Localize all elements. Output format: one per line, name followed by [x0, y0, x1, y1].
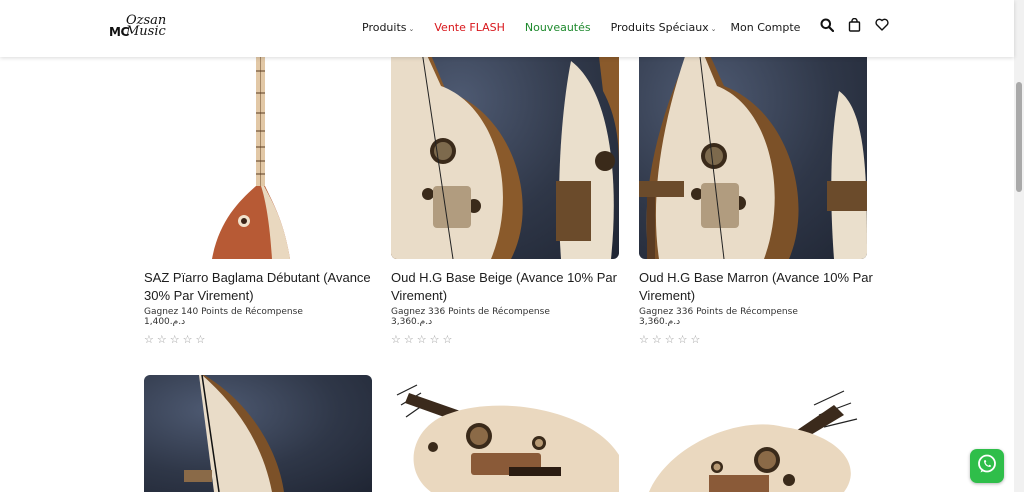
nav-item-vente-flash[interactable]: Vente FLASH — [434, 21, 504, 34]
nav-item-produits[interactable]: Produits ⌄ — [362, 21, 414, 34]
nav-item-mon-compte[interactable]: Mon Compte — [731, 21, 801, 34]
product-title[interactable]: SAZ Pïarro Baglama Débutant (Avance 30% … — [144, 269, 384, 305]
star-icon: ☆ — [677, 333, 688, 346]
star-icon: ☆ — [144, 333, 154, 346]
product-price: 3,360.د.م — [639, 317, 681, 327]
product-card[interactable]: Oud H.G Base Beige (Avance 10% Par Virem… — [391, 31, 619, 346]
rating-stars: ☆ ☆ ☆ ☆ ☆ — [144, 333, 205, 346]
star-icon: ☆ — [429, 333, 440, 346]
site-header: MC Ozsan Music Produits ⌄ Vente FLASH Nou… — [0, 0, 1014, 57]
heart-icon[interactable] — [875, 18, 889, 32]
product-card[interactable] — [639, 375, 867, 492]
product-image[interactable] — [391, 31, 619, 259]
reward-points: Gagnez 336 Points de Récompense — [639, 307, 798, 317]
star-icon: ☆ — [403, 333, 414, 346]
nav-item-produits-speciaux[interactable]: Produits Spéciaux ⌄ — [611, 21, 717, 34]
rating-stars: ☆ ☆ ☆ ☆ ☆ — [639, 333, 700, 346]
header-actions — [820, 18, 889, 32]
logo-line2: Music — [126, 24, 166, 39]
logo-script: Ozsan Music — [126, 14, 166, 39]
nav-label-vente-flash: Vente FLASH — [434, 21, 505, 34]
nav-item-nouveautes[interactable]: Nouveautés — [525, 21, 591, 34]
nav-label-produits-speciaux: Produits Spéciaux — [610, 21, 709, 34]
star-icon: ☆ — [156, 333, 167, 346]
product-card[interactable] — [144, 375, 372, 492]
product-card[interactable] — [391, 375, 619, 492]
chevron-down-icon: ⌄ — [710, 25, 717, 33]
product-image[interactable] — [391, 375, 619, 492]
star-icon: ☆ — [442, 333, 453, 346]
product-price: 3,360.د.م — [391, 317, 433, 327]
nav-label-mon-compte: Mon Compte — [730, 21, 801, 34]
page-scrollbar[interactable] — [1014, 0, 1024, 492]
logo[interactable]: MC Ozsan Music — [109, 14, 189, 42]
reward-points: Gagnez 140 Points de Récompense — [144, 307, 303, 317]
product-image[interactable] — [144, 375, 372, 492]
star-icon: ☆ — [169, 333, 180, 346]
star-icon: ☆ — [391, 333, 401, 346]
product-image[interactable] — [144, 31, 372, 259]
chevron-down-icon: ⌄ — [408, 25, 415, 33]
star-icon: ☆ — [416, 333, 427, 346]
star-icon: ☆ — [639, 333, 649, 346]
star-icon: ☆ — [690, 333, 701, 346]
reward-points: Gagnez 336 Points de Récompense — [391, 307, 550, 317]
product-title[interactable]: Oud H.G Base Beige (Avance 10% Par Virem… — [391, 269, 631, 305]
shopping-bag-icon[interactable] — [848, 18, 861, 32]
nav-label-nouveautes: Nouveautés — [524, 21, 591, 34]
nav-label-produits: Produits — [362, 21, 407, 34]
star-icon: ☆ — [182, 333, 193, 346]
product-card[interactable]: SAZ Pïarro Baglama Débutant (Avance 30% … — [144, 31, 372, 346]
rating-stars: ☆ ☆ ☆ ☆ ☆ — [391, 333, 452, 346]
whatsapp-icon — [976, 453, 998, 479]
star-icon: ☆ — [651, 333, 662, 346]
product-title[interactable]: Oud H.G Base Marron (Avance 10% Par Vire… — [639, 269, 879, 305]
product-card[interactable]: Oud H.G Base Marron (Avance 10% Par Vire… — [639, 31, 873, 346]
star-icon: ☆ — [664, 333, 675, 346]
product-image[interactable] — [639, 375, 867, 492]
whatsapp-button[interactable] — [970, 449, 1004, 483]
star-icon: ☆ — [195, 333, 206, 346]
product-price: 1,400.د.م — [144, 317, 186, 327]
main-nav: Produits ⌄ Vente FLASH Nouveautés Produit… — [362, 21, 820, 34]
product-image[interactable] — [639, 31, 867, 259]
scrollbar-thumb[interactable] — [1016, 82, 1022, 192]
search-icon[interactable] — [820, 18, 834, 32]
